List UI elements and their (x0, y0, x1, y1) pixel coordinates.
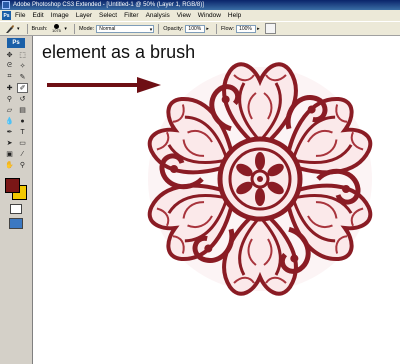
app-icon (2, 1, 10, 9)
menu-layer[interactable]: Layer (76, 12, 92, 19)
opacity-slider-icon[interactable]: ▸ (206, 26, 209, 32)
menu-edit[interactable]: Edit (32, 12, 43, 19)
toolbox: Ps ✥ ⬚ ᘓ ✧ ⌗ ✎ ✚ ✐ ⚲ ↺ ▱ ▤ 💧 ● ✒ T ➤ ▭ ▣… (0, 36, 33, 364)
menu-analysis[interactable]: Analysis (146, 12, 170, 19)
opacity-field[interactable]: 100% (185, 24, 206, 33)
foreground-color-swatch[interactable] (5, 178, 20, 193)
eyedropper-tool-icon[interactable]: ⁄ (17, 149, 28, 159)
menu-window[interactable]: Window (198, 12, 221, 19)
rosette-brush-stamp (140, 62, 380, 296)
magic-wand-tool-icon[interactable]: ✧ (17, 61, 28, 71)
path-selection-tool-icon[interactable]: ➤ (4, 138, 15, 148)
options-bar: ▾ Brush: 1075 ▾ Mode: Normal ▾ Opacity: … (0, 21, 400, 36)
shape-tool-icon[interactable]: ▭ (17, 138, 28, 148)
menu-bar: Ps File Edit Image Layer Select Filter A… (0, 10, 400, 21)
menu-view[interactable]: View (177, 12, 191, 19)
mode-label: Mode: (78, 25, 95, 32)
flow-label: Flow: (220, 25, 235, 32)
separator (215, 23, 217, 34)
marquee-tool-icon[interactable]: ⬚ (17, 50, 28, 60)
menu-image[interactable]: Image (51, 12, 69, 19)
mode-select[interactable]: Normal ▾ (96, 24, 155, 33)
brush-picker[interactable]: 1075 (49, 23, 63, 34)
separator (73, 23, 75, 34)
separator (158, 23, 160, 34)
notes-tool-icon[interactable]: ▣ (4, 149, 15, 159)
brush-size-value: 1075 (51, 28, 61, 33)
flow-slider-icon[interactable]: ▸ (257, 26, 260, 32)
opacity-label: Opacity: (163, 25, 184, 32)
brush-tool-preset-icon[interactable] (4, 24, 16, 34)
pen-tool-icon[interactable]: ✒ (4, 127, 15, 137)
zoom-tool-icon[interactable]: ⚲ (17, 160, 28, 170)
history-brush-tool-icon[interactable]: ↺ (17, 94, 28, 104)
menu-filter[interactable]: Filter (124, 12, 138, 19)
gradient-tool-icon[interactable]: ▤ (17, 105, 28, 115)
eraser-tool-icon[interactable]: ▱ (4, 105, 15, 115)
menu-help[interactable]: Help (228, 12, 241, 19)
tool-grid: ✥ ⬚ ᘓ ✧ ⌗ ✎ ✚ ✐ ⚲ ↺ ▱ ▤ 💧 ● ✒ T ➤ ▭ ▣ ⁄ … (0, 50, 32, 170)
preset-dropdown-icon[interactable]: ▾ (17, 26, 20, 32)
title-bar: Adobe Photoshop CS3 Extended - [Untitled… (0, 0, 400, 10)
healing-brush-tool-icon[interactable]: ✚ (4, 83, 15, 93)
window-title: Adobe Photoshop CS3 Extended - [Untitled… (13, 2, 204, 8)
lasso-tool-icon[interactable]: ᘓ (4, 61, 15, 71)
chevron-down-icon: ▾ (149, 26, 153, 33)
brush-dropdown-icon[interactable]: ▾ (64, 26, 67, 32)
menu-file[interactable]: File (15, 12, 25, 19)
mode-value: Normal (99, 25, 116, 32)
type-tool-icon[interactable]: T (17, 127, 28, 137)
menu-select[interactable]: Select (99, 12, 117, 19)
ps-logo-icon[interactable]: Ps (2, 11, 11, 20)
separator (26, 23, 28, 34)
slice-tool-icon[interactable]: ✎ (17, 72, 28, 82)
blur-tool-icon[interactable]: 💧 (4, 116, 15, 126)
hand-tool-icon[interactable]: ✋ (4, 160, 15, 170)
screen-mode-icon[interactable] (9, 218, 23, 229)
dodge-tool-icon[interactable]: ● (17, 116, 28, 126)
move-tool-icon[interactable]: ✥ (4, 50, 15, 60)
flow-field[interactable]: 100% (236, 24, 257, 33)
toolbox-badge[interactable]: Ps (7, 38, 25, 48)
color-swatches (3, 176, 29, 200)
quick-mask-icon[interactable] (10, 204, 22, 214)
clone-stamp-tool-icon[interactable]: ⚲ (4, 94, 15, 104)
brush-tool-icon[interactable]: ✐ (17, 83, 28, 93)
crop-tool-icon[interactable]: ⌗ (4, 72, 15, 82)
brush-label: Brush: (31, 25, 48, 32)
airbrush-toggle[interactable] (264, 23, 276, 34)
